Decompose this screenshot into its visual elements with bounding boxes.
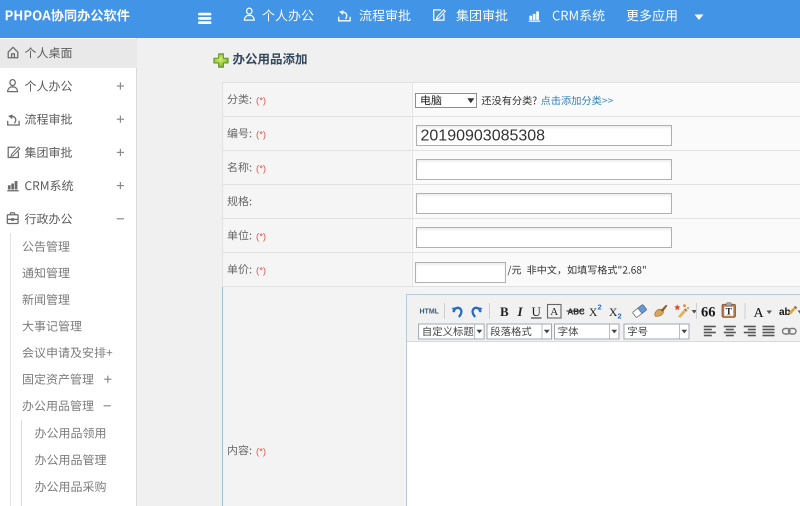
svg-text:20190903085308: 20190903085308 [421, 128, 546, 145]
svg-text:U: U [532, 304, 542, 319]
svg-text:(*): (*) [256, 129, 266, 140]
svg-text:I: I [517, 304, 524, 319]
svg-text:(*): (*) [256, 95, 266, 106]
svg-text:T: T [726, 307, 733, 317]
svg-text:A: A [754, 306, 765, 321]
svg-text:A: A [550, 306, 558, 318]
svg-text:(*): (*) [256, 446, 266, 457]
svg-text:(*): (*) [256, 231, 266, 242]
svg-text:B: B [500, 304, 509, 319]
svg-text:(*): (*) [256, 265, 266, 276]
svg-text:(*): (*) [256, 163, 266, 174]
svg-text:2: 2 [598, 303, 602, 312]
svg-text:ABC: ABC [568, 308, 586, 317]
svg-text:2: 2 [618, 312, 622, 321]
svg-text:HTML: HTML [420, 309, 440, 316]
svg-text:66: 66 [701, 305, 716, 321]
